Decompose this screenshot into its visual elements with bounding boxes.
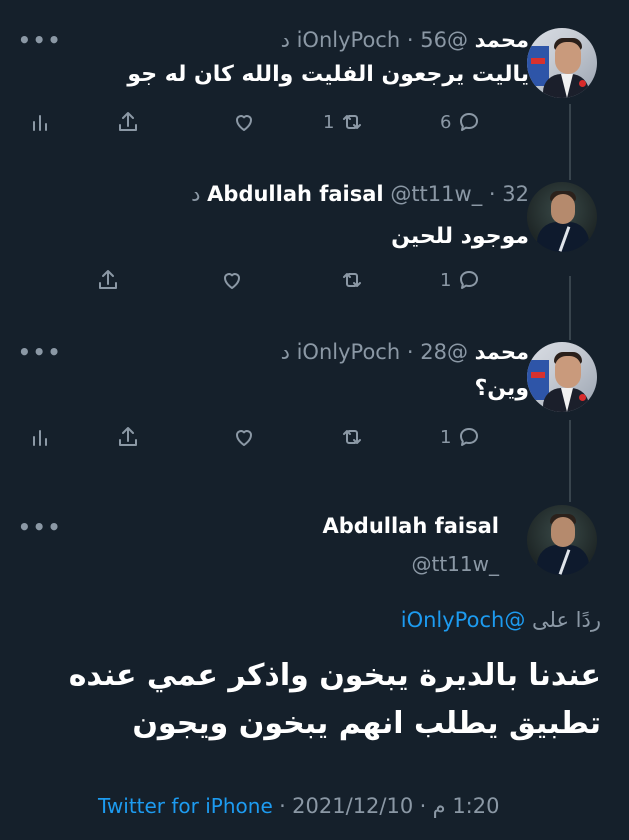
share-button[interactable] (116, 425, 140, 449)
author-name[interactable]: Abdullah faisal (323, 514, 499, 538)
separator: · (406, 340, 414, 364)
reply-context: ردًا على @iOnlyPoch (401, 608, 601, 632)
separator: · (419, 794, 427, 818)
tweet-date[interactable]: 2021/12/10 (292, 794, 413, 818)
share-icon (119, 427, 137, 446)
analytics-button[interactable] (28, 425, 52, 449)
share-button[interactable] (96, 268, 120, 292)
reply-icon (460, 271, 479, 289)
thread-line (569, 104, 571, 180)
avatar[interactable] (527, 28, 597, 98)
like-icon (236, 115, 252, 131)
retweet-button[interactable] (340, 268, 364, 292)
avatar[interactable] (527, 505, 597, 575)
more-icon[interactable]: ••• (18, 28, 62, 52)
like-button[interactable] (232, 425, 256, 449)
tweet-text-line-2: تطبيق يطلب انهم يبخون ويجون (132, 706, 601, 741)
more-icon[interactable]: ••• (18, 340, 62, 364)
reply-icon (460, 113, 479, 131)
retweet-button[interactable] (340, 425, 364, 449)
retweet-icon (343, 115, 362, 129)
retweet-count: 1 (323, 111, 335, 133)
share-button[interactable] (116, 110, 140, 134)
author-name[interactable]: محمد (475, 340, 529, 364)
separator: · (488, 182, 496, 206)
avatar[interactable] (527, 342, 597, 412)
thread-line (569, 420, 571, 502)
like-icon (236, 430, 252, 446)
reply-count: 1 (440, 269, 452, 291)
tweet-meta: Twitter for iPhone · 1:20 م · 2021/12/10 (98, 794, 499, 818)
tweet-text: موجود للحين (391, 224, 529, 249)
tweet-text-line-1: عندنا بالديرة يبخون واذكر عمي عنده (68, 658, 601, 693)
reply-icon (460, 428, 479, 446)
author-name[interactable]: Abdullah faisal (207, 182, 383, 206)
like-icon (224, 273, 240, 289)
separator: · (406, 28, 414, 52)
author-handle[interactable]: @tt11w_ (412, 552, 500, 576)
like-button[interactable] (220, 268, 244, 292)
reply-button[interactable]: 6 (440, 110, 481, 134)
more-icon[interactable]: ••• (18, 515, 62, 539)
tweet-text: ياليت يرجعون الفليت والله كان له جو (127, 62, 529, 87)
author-name[interactable]: محمد (475, 28, 529, 52)
author-handle[interactable]: @tt11w_ (390, 182, 482, 206)
tweet-time[interactable]: 1:20 م (433, 794, 500, 818)
tweet-text: وين؟ (474, 376, 530, 401)
like-button[interactable] (232, 110, 256, 134)
reply-button[interactable]: 1 (440, 268, 481, 292)
analytics-icon (33, 115, 47, 131)
reply-to-label: ردًا على (532, 608, 601, 632)
retweet-button[interactable]: 1 (323, 110, 364, 134)
reply-count: 6 (440, 111, 452, 133)
source-link[interactable]: Twitter for iPhone (98, 794, 273, 818)
analytics-icon (33, 430, 47, 446)
reply-to-handle[interactable]: @iOnlyPoch (401, 608, 526, 632)
avatar[interactable] (527, 182, 597, 252)
share-icon (119, 112, 137, 131)
reply-button[interactable]: 1 (440, 425, 481, 449)
analytics-button[interactable] (28, 110, 52, 134)
separator: · (279, 794, 286, 818)
thread-line (569, 276, 571, 340)
share-icon (99, 270, 117, 289)
retweet-icon (343, 273, 361, 287)
reply-count: 1 (440, 426, 452, 448)
retweet-icon (343, 430, 361, 444)
